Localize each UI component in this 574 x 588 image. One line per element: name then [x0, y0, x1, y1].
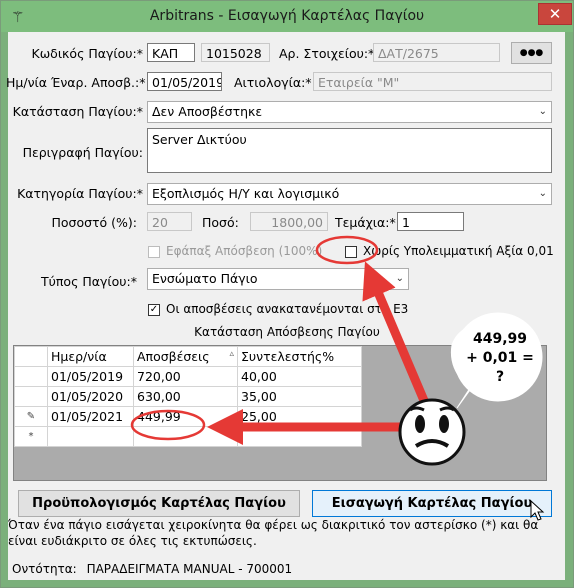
- worried-face-icon: [398, 398, 466, 466]
- cursor-icon: [530, 500, 545, 521]
- bubble-text: 449,99 + 0,01 = ?: [466, 331, 534, 385]
- highlight-ellipse-checkbox: [315, 235, 379, 265]
- arrow-to-checkbox: [362, 261, 433, 412]
- annotation-overlay: [130, 235, 543, 466]
- highlight-ellipse-value: [130, 409, 206, 441]
